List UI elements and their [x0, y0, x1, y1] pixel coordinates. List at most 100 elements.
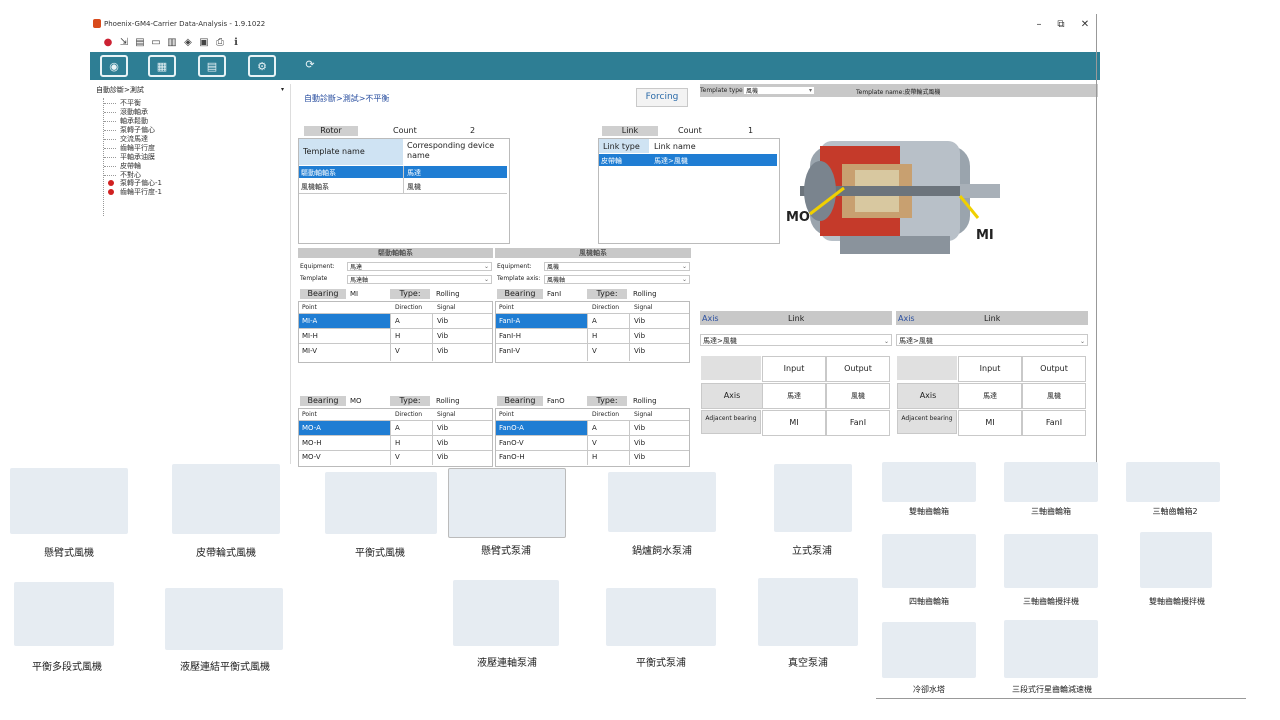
table-row[interactable]: MO-V: [302, 453, 321, 461]
table-row[interactable]: FanI-A: [499, 317, 520, 325]
input-axis-value[interactable]: 馬達: [958, 383, 1022, 409]
template-type-label: Template type: [700, 87, 743, 94]
points-table: Point Direction Signal FanO-A A Vib FanO…: [495, 408, 690, 467]
type-label: Type:: [587, 289, 627, 299]
table-row[interactable]: 風機軸系: [301, 182, 329, 192]
table-cell: V: [395, 347, 400, 355]
type-label: Type:: [390, 289, 430, 299]
data-view-icon[interactable]: ▦: [148, 55, 176, 77]
template-select[interactable]: 馬達軸 ⌄: [347, 275, 492, 284]
refresh-icon[interactable]: ⟳: [296, 55, 324, 77]
config-view-icon[interactable]: ⚙: [248, 55, 276, 77]
input-axis-value[interactable]: 馬達: [762, 383, 826, 409]
table-cell: A: [592, 317, 597, 325]
user-icon[interactable]: ●: [102, 37, 114, 49]
link-select[interactable]: 馬達>風機 ⌄: [700, 334, 892, 346]
table-cell[interactable]: 風機: [407, 182, 421, 192]
table-row[interactable]: FanO-A: [499, 424, 524, 432]
catalog-label: 液壓連結平衡式風機: [180, 662, 270, 673]
table-row[interactable]: MI-H: [302, 332, 318, 340]
axis-row-label: Axis: [897, 383, 959, 409]
table-row[interactable]: 皮帶輪: [601, 156, 622, 166]
table-row[interactable]: FanI-H: [499, 332, 521, 340]
input-bearing-value[interactable]: MI: [762, 410, 826, 436]
info-icon[interactable]: ℹ: [230, 37, 242, 49]
balanced-pump-image[interactable]: [606, 588, 716, 646]
output-axis-value[interactable]: 風機: [1022, 383, 1086, 409]
cantilever-pump-image[interactable]: [448, 468, 566, 538]
chevron-down-icon: ⌄: [1079, 338, 1085, 345]
catalog-label: 冷卻水塔: [913, 685, 945, 694]
three-shaft-gearbox-2-image[interactable]: [1126, 462, 1220, 502]
template-select[interactable]: 風機軸 ⌄: [544, 275, 690, 284]
catalog-label: 立式泵浦: [792, 546, 832, 557]
print-icon[interactable]: ⎙: [214, 37, 226, 49]
window-icon[interactable]: ▭: [150, 37, 162, 49]
layers-icon[interactable]: ◈: [182, 37, 194, 49]
vertical-pump-image[interactable]: [774, 464, 852, 532]
table-row[interactable]: 驅動軸軸系: [301, 168, 336, 178]
column-header: Signal: [437, 411, 456, 418]
restore-button[interactable]: ⧉: [1052, 17, 1070, 33]
link-select[interactable]: 馬達>風機 ⌄: [896, 334, 1088, 346]
vacuum-pump-image[interactable]: [758, 578, 858, 646]
table-row[interactable]: FanO-V: [499, 439, 524, 447]
import-icon[interactable]: ⇲: [118, 37, 130, 49]
balanced-fan-image[interactable]: [325, 472, 437, 534]
table-row[interactable]: MO-A: [302, 424, 321, 432]
equipment-select[interactable]: 風機 ⌄: [544, 262, 690, 271]
table-row[interactable]: MI-V: [302, 347, 317, 355]
minimize-button[interactable]: –: [1030, 17, 1048, 33]
bearing-name: FanO: [547, 397, 565, 405]
column-header: Direction: [395, 304, 423, 311]
catalog-label: 懸臂式泵浦: [481, 546, 531, 557]
output-bearing-value[interactable]: FanI: [826, 410, 890, 436]
template-value: 風機軸: [547, 277, 566, 284]
output-axis-value[interactable]: 風機: [826, 383, 890, 409]
output-bearing-value[interactable]: FanI: [1022, 410, 1086, 436]
cantilever-fan-image[interactable]: [10, 468, 128, 534]
three-shaft-mixer-image[interactable]: [1004, 534, 1098, 588]
belt-fan-image[interactable]: [172, 464, 280, 534]
table-cell[interactable]: 馬達>風機: [654, 156, 688, 166]
monitor-view-icon[interactable]: ◉: [100, 55, 128, 77]
boiler-feed-pump-image[interactable]: [608, 472, 716, 532]
axis-panel-header: Axis Link: [700, 311, 892, 325]
catalog-label: 雙軸齒輪攪拌機: [1149, 597, 1205, 606]
forcing-button[interactable]: Forcing: [636, 88, 688, 107]
four-shaft-gearbox-image[interactable]: [882, 534, 976, 588]
template-label: Template: [300, 275, 328, 282]
report-view-icon[interactable]: ▤: [198, 55, 226, 77]
mi-callout: MI: [976, 228, 994, 243]
document-icon[interactable]: ▤: [134, 37, 146, 49]
three-shaft-gearbox-image[interactable]: [1004, 462, 1098, 502]
balanced-multistage-fan-image[interactable]: [14, 582, 114, 646]
table-cell[interactable]: 馬達: [407, 168, 421, 178]
panel-title: 風機軸系: [495, 248, 691, 258]
chart-icon[interactable]: ▥: [166, 37, 178, 49]
template-label: Template axis:: [497, 275, 541, 282]
two-shaft-mixer-image[interactable]: [1140, 532, 1212, 588]
output-header: Output: [1022, 356, 1086, 382]
hydraulic-balanced-fan-image[interactable]: [165, 588, 283, 650]
planetary-reducer-image[interactable]: [1004, 620, 1098, 678]
table-row[interactable]: MO-H: [302, 439, 322, 447]
bearing-label: Bearing: [497, 396, 543, 406]
table-row[interactable]: MI-A: [302, 317, 317, 325]
tree-selector[interactable]: 自動診斷>測試 ▾: [94, 84, 290, 96]
bearing-type: Rolling: [436, 290, 460, 298]
table-row[interactable]: FanI-V: [499, 347, 520, 355]
two-shaft-gearbox-image[interactable]: [882, 462, 976, 502]
cooling-tower-image[interactable]: [882, 622, 976, 678]
chevron-down-icon: ▾: [280, 86, 284, 93]
close-button[interactable]: ✕: [1076, 17, 1094, 33]
equipment-select[interactable]: 馬達 ⌄: [347, 262, 492, 271]
breadcrumb[interactable]: 自動診斷>測試>不平衡: [304, 93, 389, 104]
hydraulic-coupled-pump-image[interactable]: [453, 580, 559, 646]
tree-item-flagged[interactable]: 齒輪平行度-1: [120, 187, 162, 197]
monitor-icon[interactable]: ▣: [198, 37, 210, 49]
table-row[interactable]: FanO-H: [499, 453, 525, 461]
column-header: Point: [499, 411, 514, 418]
input-bearing-value[interactable]: MI: [958, 410, 1022, 436]
template-type-select[interactable]: 風機 ▾: [743, 86, 815, 95]
